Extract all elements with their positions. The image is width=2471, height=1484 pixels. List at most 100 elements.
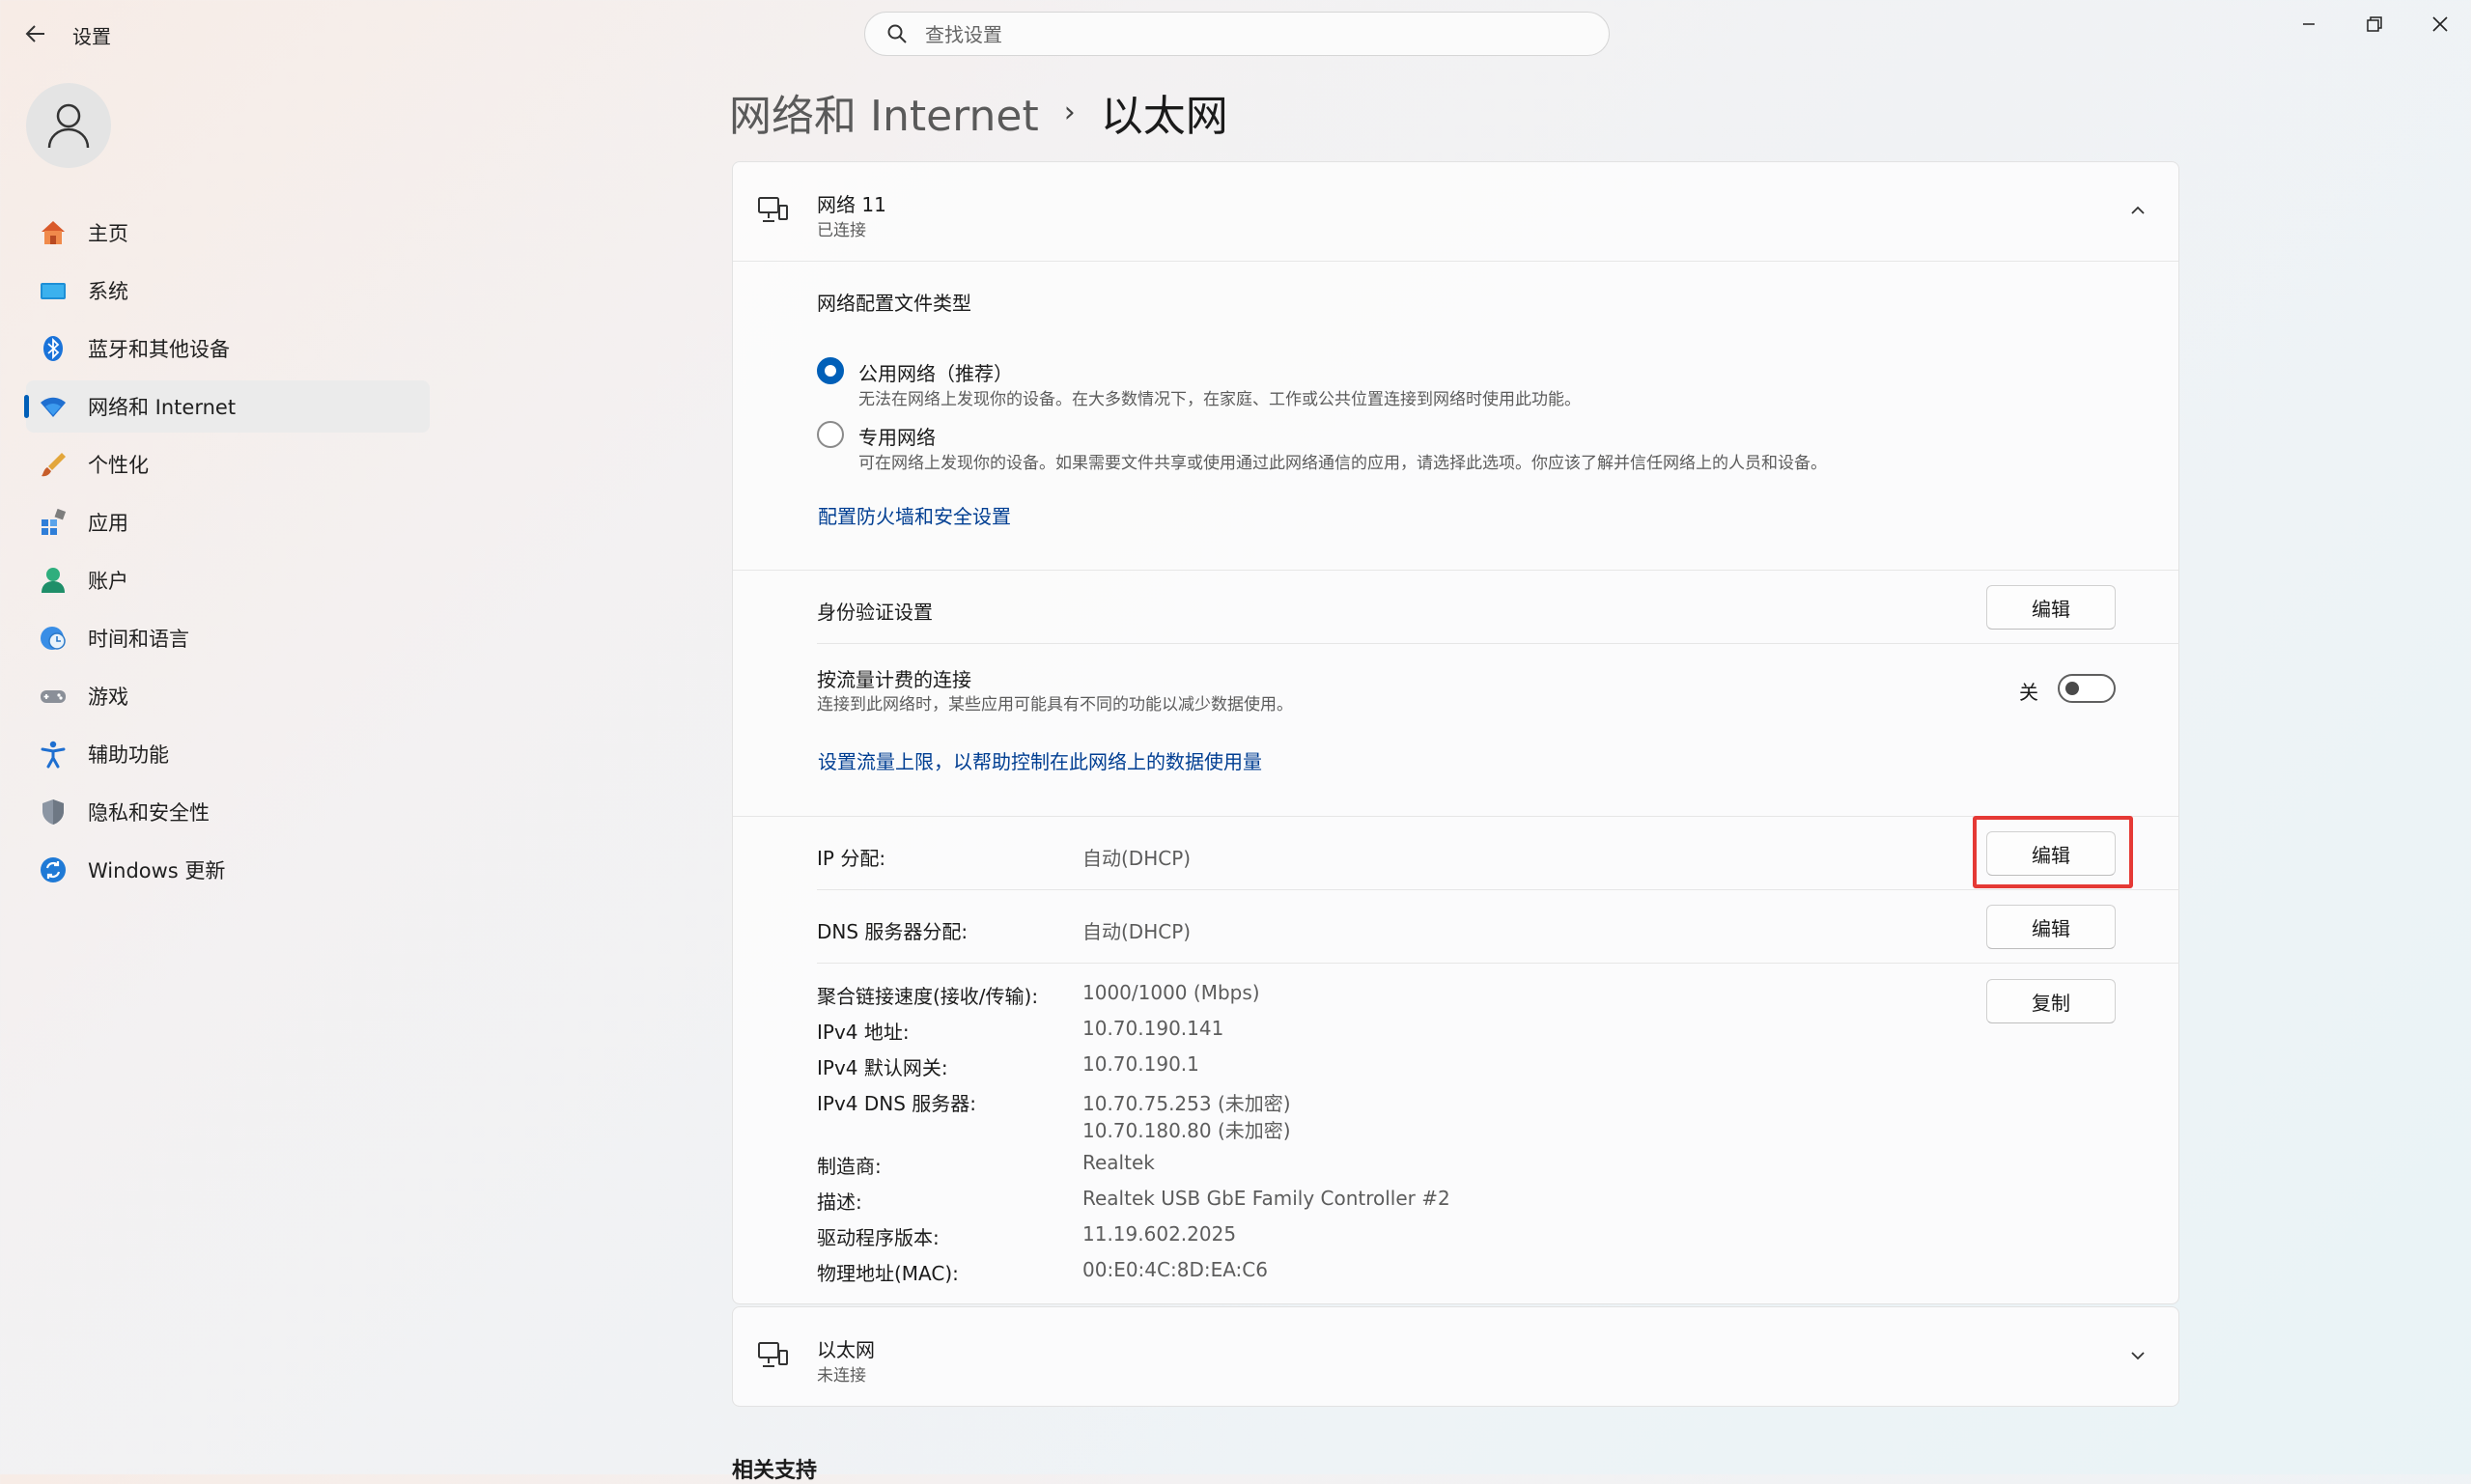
page-title: 以太网 xyxy=(1100,92,1228,141)
minimize-icon xyxy=(2303,23,2315,25)
shield-icon xyxy=(38,797,69,827)
collapse-button[interactable] xyxy=(2124,197,2151,224)
chevron-down-icon xyxy=(2131,1352,2145,1360)
property-label: IPv4 默认网关: xyxy=(817,1056,948,1079)
network-name: 网络 11 xyxy=(817,193,886,216)
divider xyxy=(817,889,2179,890)
ethernet-name: 以太网 xyxy=(817,1338,875,1361)
ethernet-monitor-icon xyxy=(758,197,788,222)
update-icon xyxy=(38,854,69,885)
public-network-label[interactable]: 公用网络（推荐） xyxy=(858,358,1013,386)
chevron-up-icon xyxy=(2131,206,2145,214)
sidebar-item-label: 隐私和安全性 xyxy=(88,801,210,825)
sidebar-item-label: 账户 xyxy=(88,570,128,593)
gamepad-icon xyxy=(38,681,69,712)
dns-assignment-label: DNS 服务器分配: xyxy=(817,920,969,943)
toggle-knob xyxy=(2065,682,2079,695)
back-button[interactable] xyxy=(21,19,50,48)
restore-button[interactable] xyxy=(2345,8,2404,41)
sidebar-item-label: 蓝牙和其他设备 xyxy=(88,338,230,361)
minimize-button[interactable] xyxy=(2279,8,2339,41)
divider xyxy=(817,643,2179,644)
private-network-desc: 可在网络上发现你的设备。如果需要文件共享或使用通过此网络通信的应用，请选择此选项… xyxy=(858,454,1827,473)
related-support-heading: 相关支持 xyxy=(732,1459,818,1483)
public-network-radio[interactable] xyxy=(817,357,844,384)
sidebar-item-apps[interactable]: 应用 xyxy=(26,496,430,548)
brush-icon xyxy=(38,449,69,480)
metered-connection-desc: 连接到此网络时，某些应用可能具有不同的功能以减少数据使用。 xyxy=(817,695,1293,714)
property-value: 00:E0:4C:8D:EA:C6 xyxy=(1082,1258,1268,1281)
auth-settings-label: 身份验证设置 xyxy=(817,601,933,624)
breadcrumb: 网络和 Internet › 以太网 xyxy=(729,81,1228,143)
breadcrumb-parent[interactable]: 网络和 Internet xyxy=(729,81,1039,143)
property-value: 10.70.75.253 (未加密) xyxy=(1082,1092,1291,1115)
divider xyxy=(817,963,2179,964)
data-limit-link[interactable]: 设置流量上限，以帮助控制在此网络上的数据使用量 xyxy=(818,746,1262,774)
private-network-radio[interactable] xyxy=(817,421,844,448)
firewall-link[interactable]: 配置防火墙和安全设置 xyxy=(818,501,1011,529)
profile-type-heading: 网络配置文件类型 xyxy=(817,292,971,315)
ethernet-card[interactable]: 以太网 未连接 xyxy=(732,1306,2179,1407)
network-card: 网络 11 已连接 网络配置文件类型 公用网络（推荐） 无法在网络上发现你的设备… xyxy=(732,161,2179,1304)
app-title: 设置 xyxy=(72,25,111,48)
bluetooth-icon xyxy=(38,333,69,364)
sidebar-item-windows-update[interactable]: Windows 更新 xyxy=(26,844,430,896)
property-value: 11.19.602.2025 xyxy=(1082,1222,1237,1246)
property-label: 物理地址(MAC): xyxy=(817,1262,959,1285)
sidebar-item-privacy[interactable]: 隐私和安全性 xyxy=(26,786,430,838)
user-icon xyxy=(47,103,90,149)
property-label: 驱动程序版本: xyxy=(817,1226,940,1249)
dns-assignment-value: 自动(DHCP) xyxy=(1082,920,1192,943)
restore-icon xyxy=(2367,16,2382,32)
sidebar-item-label: 时间和语言 xyxy=(88,628,189,651)
property-value: Realtek xyxy=(1082,1151,1155,1174)
network-card-header[interactable]: 网络 11 已连接 xyxy=(733,162,2178,261)
property-label: 描述: xyxy=(817,1190,862,1214)
metered-connection-label: 按流量计费的连接 xyxy=(817,668,971,691)
ethernet-monitor-icon xyxy=(758,1342,788,1367)
sidebar-item-bluetooth[interactable]: 蓝牙和其他设备 xyxy=(26,322,430,375)
account-icon xyxy=(38,565,69,596)
property-value: 10.70.180.80 (未加密) xyxy=(1082,1119,1291,1142)
ip-assignment-label: IP 分配: xyxy=(817,847,886,870)
sidebar-item-label: 游戏 xyxy=(88,686,128,709)
property-label: 制造商: xyxy=(817,1155,882,1178)
sidebar-item-time-language[interactable]: 时间和语言 xyxy=(26,612,430,664)
avatar[interactable] xyxy=(26,83,111,168)
arrow-left-icon xyxy=(25,25,44,42)
sidebar-item-accounts[interactable]: 账户 xyxy=(26,554,430,606)
sidebar-item-label: 个性化 xyxy=(88,454,149,477)
dns-edit-button[interactable]: 编辑 xyxy=(1986,905,2116,949)
divider xyxy=(733,261,2178,262)
apps-icon xyxy=(38,507,69,538)
title-bar: 设置 xyxy=(0,0,2471,68)
search-box[interactable] xyxy=(864,12,1610,57)
property-label: IPv4 DNS 服务器: xyxy=(817,1092,977,1115)
search-input[interactable] xyxy=(923,13,1593,57)
sidebar-item-network[interactable]: 网络和 Internet xyxy=(24,380,430,433)
expand-button[interactable] xyxy=(2124,1342,2151,1369)
close-icon xyxy=(2432,16,2448,32)
divider xyxy=(733,570,2178,571)
property-value: 10.70.190.1 xyxy=(1082,1052,1199,1076)
auth-edit-button[interactable]: 编辑 xyxy=(1986,585,2116,630)
metered-toggle[interactable] xyxy=(2058,674,2116,703)
sidebar-item-label: 辅助功能 xyxy=(88,743,169,767)
sidebar-item-system[interactable]: 系统 xyxy=(26,265,430,317)
sidebar-item-accessibility[interactable]: 辅助功能 xyxy=(26,728,430,780)
sidebar-item-personalization[interactable]: 个性化 xyxy=(26,438,430,490)
sidebar-item-home[interactable]: 主页 xyxy=(26,207,430,259)
sidebar-item-label: 网络和 Internet xyxy=(88,396,237,419)
search-icon xyxy=(887,24,907,43)
copy-button[interactable]: 复制 xyxy=(1986,979,2116,1023)
home-icon xyxy=(38,217,69,248)
property-value: Realtek USB GbE Family Controller #2 xyxy=(1082,1187,1450,1210)
property-value: 10.70.190.141 xyxy=(1082,1017,1224,1040)
breadcrumb-separator: › xyxy=(1063,95,1076,129)
metered-state-label: 关 xyxy=(2019,681,2038,704)
ethernet-card-header[interactable]: 以太网 未连接 xyxy=(733,1307,2178,1406)
public-network-desc: 无法在网络上发现你的设备。在大多数情况下，在家庭、工作或公共位置连接到网络时使用… xyxy=(858,390,1581,409)
close-button[interactable] xyxy=(2410,8,2470,41)
private-network-label[interactable]: 专用网络 xyxy=(858,422,936,450)
sidebar-item-gaming[interactable]: 游戏 xyxy=(26,670,430,722)
